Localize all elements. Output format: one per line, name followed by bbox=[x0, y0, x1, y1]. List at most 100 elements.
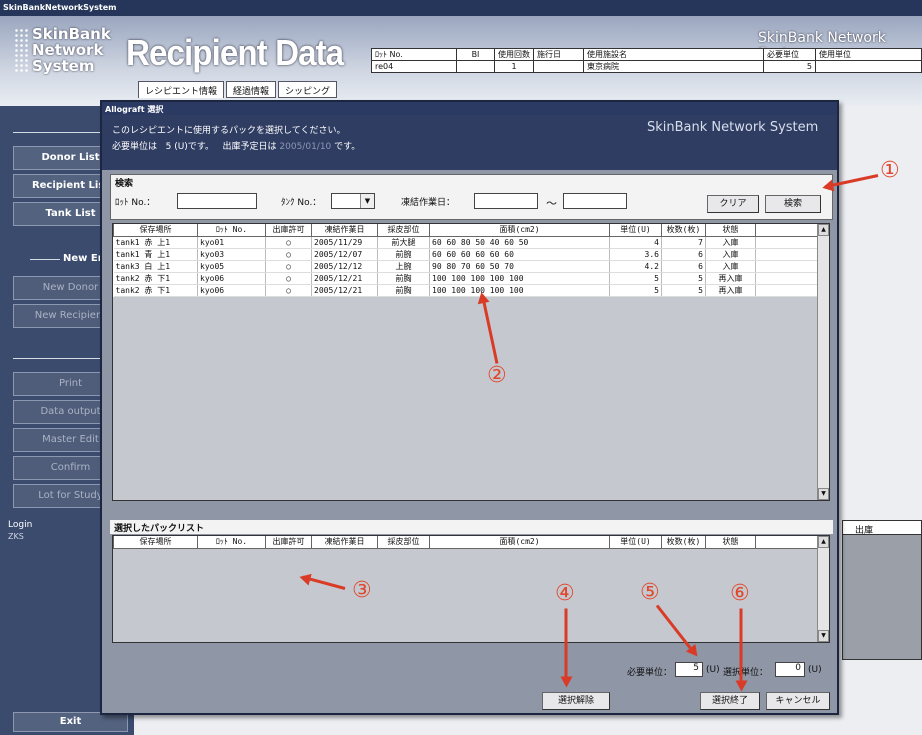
cell: 前大腿 bbox=[377, 236, 430, 249]
col-header[interactable]: 保存場所 bbox=[113, 224, 198, 237]
tab-recipient-info[interactable]: レシピエント情報 bbox=[138, 81, 225, 98]
table-row[interactable]: tank2 赤 下1 kyo06 ○ 2005/12/21 前胸 100 100 100 … bbox=[113, 272, 829, 285]
cell: kyo06 bbox=[197, 284, 266, 297]
cell: kyo03 bbox=[197, 248, 266, 261]
scroll-down-icon[interactable]: ▼ bbox=[818, 630, 829, 642]
selected-list-header: 選択したパックリスト bbox=[110, 520, 833, 534]
col-header[interactable]: 枚数(枚) bbox=[661, 536, 706, 549]
logo-line-2: Network bbox=[32, 41, 104, 59]
annotation-marker-4: ④ bbox=[555, 581, 575, 606]
col-header[interactable]: 採皮部位 bbox=[377, 224, 430, 237]
annotation-marker-3: ③ bbox=[352, 578, 372, 603]
col-header[interactable]: 単位(U) bbox=[609, 536, 662, 549]
tab-shipping[interactable]: シッピング bbox=[278, 81, 338, 98]
col-header[interactable]: ﾛｯﾄ No. bbox=[197, 536, 266, 549]
search-panel: 検索 ﾛｯﾄ No.： ﾀﾝｸ No.： ▼ 凍結作業日： ～ クリア 検索 bbox=[110, 174, 833, 220]
cell: ○ bbox=[265, 248, 312, 261]
cell: tank2 赤 下1 bbox=[113, 284, 198, 297]
date-range-tilde: ～ bbox=[546, 197, 557, 210]
tank-no-select[interactable]: ▼ bbox=[331, 193, 375, 209]
col-header[interactable]: 面積(cm2) bbox=[429, 224, 610, 237]
table-row[interactable]: tank1 青 上1 kyo03 ○ 2005/12/07 前腕 60 60 60 60 … bbox=[113, 248, 829, 261]
cancel-button[interactable]: キャンセル bbox=[766, 692, 830, 710]
cell: 100 100 100 100 100 bbox=[429, 284, 610, 297]
tank-no-label: ﾀﾝｸ No.： bbox=[281, 198, 322, 208]
selected-scrollbar[interactable]: ▲ ▼ bbox=[817, 536, 829, 642]
cell: 5 bbox=[609, 284, 662, 297]
scroll-up-icon[interactable]: ▲ bbox=[818, 536, 829, 548]
col-header[interactable]: 面積(cm2) bbox=[429, 536, 610, 549]
selected-units-field: 0 bbox=[775, 662, 805, 677]
annotation-marker-6: ⑥ bbox=[730, 581, 750, 606]
header-value: 東京病院 bbox=[583, 60, 764, 73]
col-header[interactable]: 出庫許可 bbox=[265, 224, 312, 237]
header-value: 1 bbox=[494, 60, 534, 73]
table-row[interactable]: tank1 赤 上1 kyo01 ○ 2005/11/29 前大腿 60 60 80 50… bbox=[113, 236, 829, 249]
header-cell: 施行日 bbox=[533, 48, 584, 61]
selected-pack-grid: 保存場所 ﾛｯﾄ No. 出庫許可 凍結作業日 採皮部位 面積(cm2) 単位(… bbox=[112, 535, 830, 643]
dialog-system-name: SkinBank Network System bbox=[647, 120, 819, 135]
header-cell: ﾛｯﾄ No. bbox=[371, 48, 457, 61]
col-header[interactable]: 単位(U) bbox=[609, 224, 662, 237]
cell: 3.6 bbox=[609, 248, 662, 261]
search-section-label: 検索 bbox=[115, 179, 134, 189]
cell: tank1 赤 上1 bbox=[113, 236, 198, 249]
cell: 入庫 bbox=[705, 236, 756, 249]
required-units-label: 必要単位： bbox=[627, 668, 673, 678]
table-row[interactable]: tank2 赤 下1 kyo06 ○ 2005/12/21 前胸 100 100 100 … bbox=[113, 284, 829, 297]
required-prefix: 必要単位は bbox=[112, 142, 158, 152]
cell: 再入庫 bbox=[705, 284, 756, 297]
divider bbox=[30, 259, 60, 260]
col-header[interactable]: 状態 bbox=[705, 224, 756, 237]
cell: tank3 白 上1 bbox=[113, 260, 198, 273]
header-cell: 使用施設名 bbox=[583, 48, 764, 61]
cell: 6 bbox=[661, 260, 706, 273]
date-from-input[interactable] bbox=[474, 193, 538, 209]
header-cell: BI bbox=[456, 48, 495, 61]
col-header[interactable]: 枚数(枚) bbox=[661, 224, 706, 237]
cell: 90 80 70 60 50 70 bbox=[429, 260, 610, 273]
required-value: 5 (U)です。 bbox=[165, 142, 214, 152]
table-row[interactable]: tank3 白 上1 kyo05 ○ 2005/12/12 上腕 90 80 70 60 … bbox=[113, 260, 829, 273]
instruction-text: このレシピエントに使用するパックを選択してください。 bbox=[112, 126, 346, 136]
search-button[interactable]: 検索 bbox=[765, 195, 821, 213]
finish-selection-button[interactable]: 選択終了 bbox=[700, 692, 760, 710]
cell: ○ bbox=[265, 236, 312, 249]
scroll-down-icon[interactable]: ▼ bbox=[818, 488, 829, 500]
lot-no-input[interactable] bbox=[177, 193, 257, 209]
date-to-input[interactable] bbox=[563, 193, 627, 209]
col-header[interactable]: 状態 bbox=[705, 536, 756, 549]
header-cell: 必要単位 bbox=[763, 48, 816, 61]
col-header[interactable]: ﾛｯﾄ No. bbox=[197, 224, 266, 237]
col-header[interactable]: 保存場所 bbox=[113, 536, 198, 549]
dialog-title: Allograft 選択 bbox=[102, 102, 837, 115]
annotation-marker-1: ① bbox=[880, 158, 900, 183]
selected-units-unit: (U) bbox=[808, 665, 822, 675]
cell: 4 bbox=[609, 236, 662, 249]
cell: ○ bbox=[265, 284, 312, 297]
deselect-button[interactable]: 選択解除 bbox=[542, 692, 610, 710]
lot-no-label: ﾛｯﾄ No.： bbox=[115, 198, 156, 208]
date-suffix: です。 bbox=[334, 142, 361, 152]
col-header[interactable]: 採皮部位 bbox=[377, 536, 430, 549]
header-value bbox=[456, 60, 495, 73]
header-value bbox=[815, 60, 922, 73]
chevron-down-icon: ▼ bbox=[360, 194, 374, 208]
clear-button[interactable]: クリア bbox=[707, 195, 759, 213]
col-header[interactable]: 凍結作業日 bbox=[311, 224, 378, 237]
exit-button[interactable]: Exit bbox=[13, 712, 128, 732]
annotation-arrow-4 bbox=[564, 608, 568, 685]
cell: tank2 赤 下1 bbox=[113, 272, 198, 285]
date-value: 2005/01/10 bbox=[279, 142, 332, 152]
scroll-up-icon[interactable]: ▲ bbox=[818, 224, 829, 236]
logo-line-3: System bbox=[32, 57, 95, 75]
col-header[interactable]: 凍結作業日 bbox=[311, 536, 378, 549]
cell: 入庫 bbox=[705, 248, 756, 261]
cell: 2005/12/21 bbox=[311, 284, 378, 297]
login-user: ZKS bbox=[8, 532, 24, 541]
col-header[interactable]: 出庫許可 bbox=[265, 536, 312, 549]
tab-progress-info[interactable]: 経過情報 bbox=[226, 81, 277, 98]
cell: 5 bbox=[609, 272, 662, 285]
grid-scrollbar[interactable]: ▲ ▼ bbox=[817, 224, 829, 500]
cell: tank1 青 上1 bbox=[113, 248, 198, 261]
